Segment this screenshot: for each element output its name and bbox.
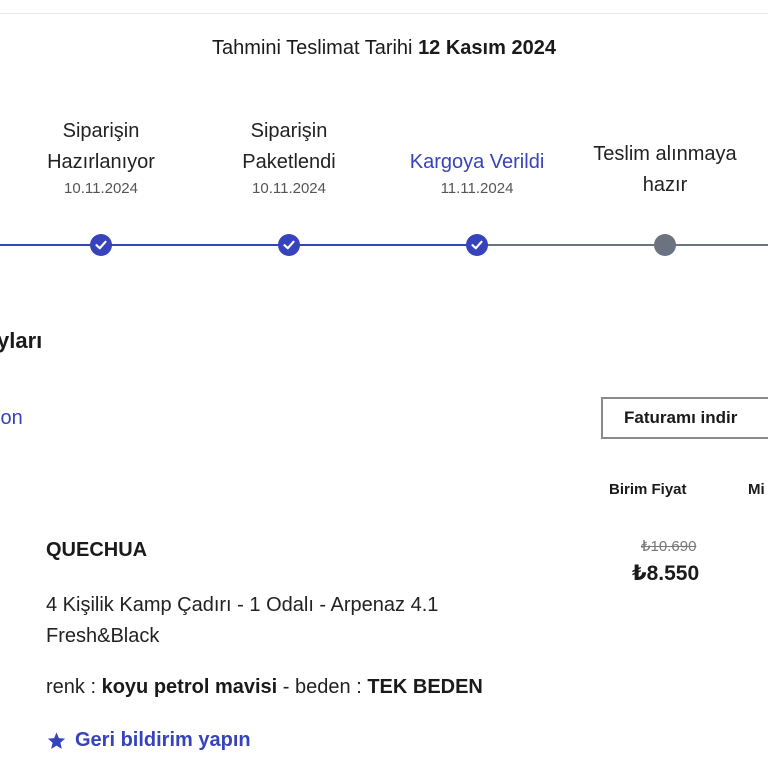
size-value: TEK BEDEN (367, 676, 483, 698)
top-divider (0, 13, 768, 14)
size-label: beden : (295, 676, 362, 698)
current-price: ₺8.550 (632, 562, 700, 585)
product-brand: QUECHUA (46, 539, 148, 561)
product-name[interactable]: 4 Kişilik Kamp Çadırı - 1 Odalı - Arpena… (46, 590, 506, 652)
section-link[interactable]: lon (0, 407, 23, 430)
step-title: Teslim alınmaya hazır (593, 143, 737, 196)
star-icon (47, 732, 66, 749)
step-title: Kargoya Verildi (409, 151, 545, 173)
step-title: Siparişin Hazırlanıyor (47, 120, 155, 173)
unit-price-header: Birim Fiyat (609, 481, 687, 498)
feedback-link[interactable]: Geri bildirim yapın (46, 729, 251, 752)
step-node-preparing (90, 234, 112, 256)
step-date: 10.11.2024 (252, 180, 326, 197)
color-value: koyu petrol mavisi (101, 676, 278, 698)
step-date: 10.11.2024 (64, 180, 138, 197)
step-preparing: Siparişin Hazırlanıyor 10.11.2024 (11, 116, 191, 199)
progress-track-pending (478, 244, 768, 246)
step-node-shipped (466, 234, 488, 256)
check-icon (471, 240, 483, 250)
old-price: ₺10.690 (641, 538, 697, 555)
variant-separator: - (282, 676, 290, 698)
section-title: yları (0, 328, 43, 353)
color-label: renk : (46, 676, 97, 698)
step-ready-for-pickup: Teslim alınmaya hazır (575, 139, 755, 201)
download-invoice-button[interactable]: Faturamı indir (601, 397, 768, 439)
delivery-label: Tahmini Teslimat Tarihi (212, 37, 413, 59)
step-node-packed (278, 234, 300, 256)
feedback-label: Geri bildirim yapın (75, 729, 251, 751)
check-icon (95, 240, 107, 250)
step-node-ready (654, 234, 676, 256)
estimated-delivery: Tahmini Teslimat Tarihi 12 Kasım 2024 (0, 37, 768, 60)
step-title: Siparişin Paketlendi (242, 120, 336, 173)
product-variant: renk : koyu petrol mavisi - beden : TEK … (46, 676, 483, 699)
delivery-date: 12 Kasım 2024 (418, 37, 556, 59)
check-icon (283, 240, 295, 250)
progress-track-done (0, 244, 478, 246)
next-column-header: Mi (748, 481, 765, 498)
step-packed: Siparişin Paketlendi 10.11.2024 (199, 116, 379, 199)
step-shipped: Kargoya Verildi 11.11.2024 (387, 147, 567, 199)
step-date: 11.11.2024 (440, 180, 514, 197)
